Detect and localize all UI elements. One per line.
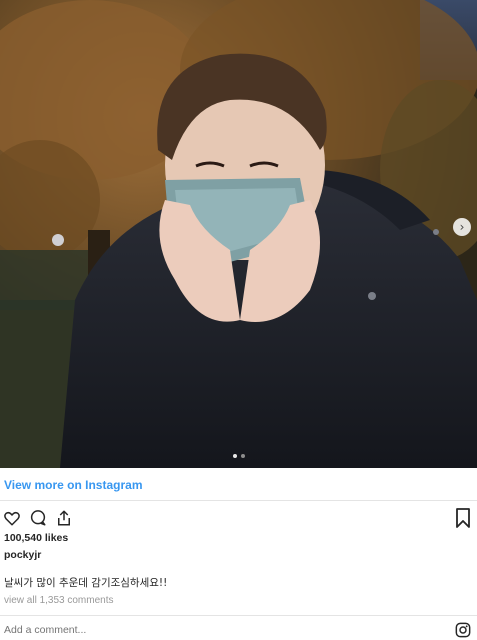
heart-icon[interactable]: [2, 508, 22, 528]
post-username[interactable]: pockyjr: [4, 549, 41, 561]
divider: [0, 615, 477, 616]
photo-illustration: [0, 0, 477, 468]
likes-count: 100,540 likes: [4, 532, 69, 544]
bookmark-icon[interactable]: [453, 507, 473, 529]
add-comment-input[interactable]: [4, 624, 304, 636]
view-all-comments-link[interactable]: view all 1,353 comments: [4, 595, 114, 606]
view-more-link[interactable]: View more on Instagram: [4, 478, 143, 492]
action-bar: [2, 507, 74, 529]
post-caption: 날씨가 많이 추운데 감기조심하세요!!: [4, 577, 168, 589]
instagram-icon[interactable]: [455, 622, 471, 638]
share-icon[interactable]: [54, 508, 74, 528]
carousel-dot: [232, 454, 237, 458]
chevron-right-icon[interactable]: ›: [453, 218, 471, 236]
carousel-dot: [240, 454, 245, 458]
comment-icon[interactable]: [28, 508, 48, 528]
post-photo[interactable]: ›: [0, 0, 477, 468]
divider: [0, 500, 477, 501]
carousel-indicator: [0, 454, 477, 458]
